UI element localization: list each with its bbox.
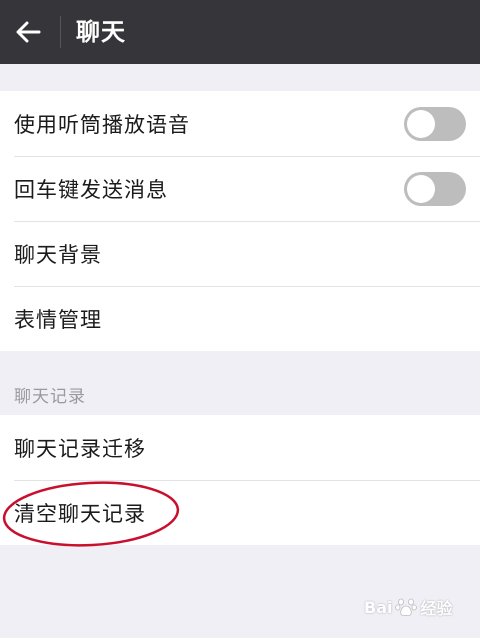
setting-label: 聊天记录迁移 [14, 436, 146, 461]
top-bar: 聊天 [0, 0, 480, 64]
setting-earpiece-playback[interactable]: 使用听筒播放语音 [0, 91, 480, 156]
setting-label: 表情管理 [14, 307, 102, 332]
setting-chat-background[interactable]: 聊天背景 [0, 221, 480, 286]
setting-enter-to-send[interactable]: 回车键发送消息 [0, 156, 480, 221]
setting-clear-chat-history[interactable]: 清空聊天记录 [0, 480, 480, 545]
setting-label: 使用听筒播放语音 [14, 112, 190, 137]
page-title: 聊天 [76, 18, 126, 46]
earpiece-toggle[interactable] [404, 107, 466, 141]
setting-sticker-management[interactable]: 表情管理 [0, 286, 480, 351]
enter-send-toggle[interactable] [404, 172, 466, 206]
setting-label: 回车键发送消息 [14, 177, 168, 202]
section-header-chat-history: 聊天记录 [14, 387, 86, 407]
setting-label: 清空聊天记录 [14, 501, 146, 526]
watermark-left-text: Bai [364, 597, 393, 617]
settings-group: 使用听筒播放语音 回车键发送消息 聊天背景 表情管理 [0, 91, 480, 351]
setting-migrate-chat-history[interactable]: 聊天记录迁移 [0, 415, 480, 480]
back-arrow-icon [16, 21, 41, 43]
header-divider [60, 16, 61, 48]
back-button[interactable] [0, 0, 56, 64]
setting-label: 聊天背景 [14, 242, 102, 267]
baidu-paw-icon [395, 598, 418, 617]
toggle-knob [407, 175, 435, 203]
watermark-right-text: 经验 [420, 599, 453, 618]
watermark: Bai 经验 [364, 590, 453, 624]
chat-history-group: 聊天记录迁移 清空聊天记录 [0, 415, 480, 545]
toggle-knob [407, 110, 435, 138]
